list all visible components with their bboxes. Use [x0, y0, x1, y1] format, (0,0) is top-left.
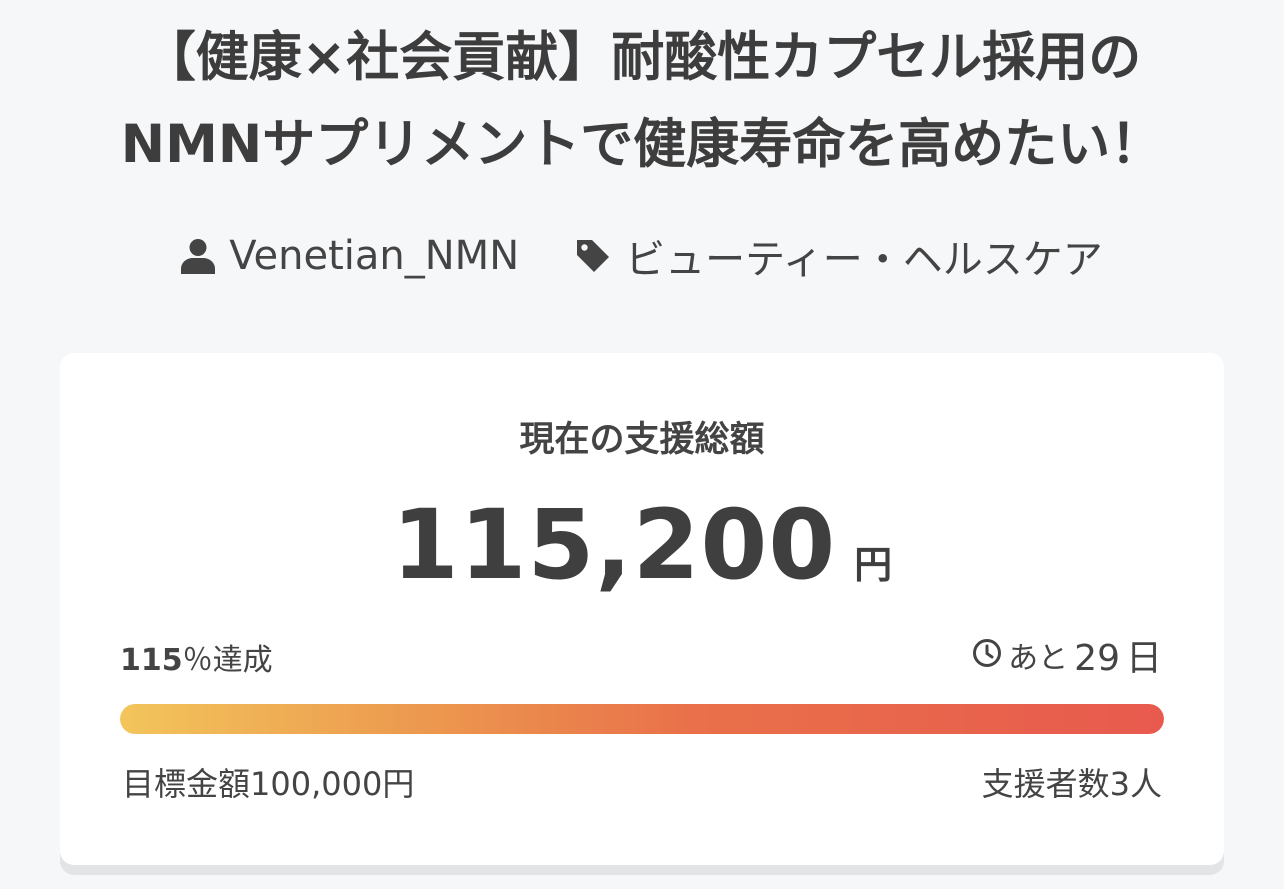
achievement-percent: 115	[120, 643, 183, 678]
category-link[interactable]: ビューティー・ヘルスケア	[575, 227, 1103, 285]
author-link[interactable]: Venetian_NMN	[181, 233, 519, 279]
remaining-unit: 日	[1125, 638, 1162, 679]
clock-icon	[972, 637, 1002, 681]
user-icon	[181, 238, 216, 274]
tag-icon	[575, 238, 611, 274]
remaining-time: あと 29 日	[972, 637, 1162, 681]
funding-label: 現在の支援総額	[519, 420, 765, 460]
project-meta: Venetian_NMN ビューティー・ヘルスケア	[0, 226, 1284, 286]
author-name: Venetian_NMN	[229, 233, 520, 279]
progress-bar-fill	[120, 704, 1164, 734]
achievement-rate: 115％達成	[120, 639, 273, 683]
goal-amount: 目標金額100,000円	[122, 765, 415, 803]
backer-count: 支援者数3人	[981, 765, 1162, 803]
funding-currency: 円	[854, 543, 893, 587]
project-page: 【健康×社会貢献】耐酸性カプセル採用の NMNサプリメントで健康寿命を高めたい！…	[0, 0, 1284, 889]
progress-bar	[120, 704, 1164, 734]
project-title: 【健康×社会貢献】耐酸性カプセル採用の NMNサプリメントで健康寿命を高めたい！	[0, 14, 1284, 188]
project-title-line1: 【健康×社会貢献】耐酸性カプセル採用の	[142, 27, 1142, 88]
remaining-days: 29	[1074, 638, 1120, 679]
funding-card: 現在の支援総額 115,200 円 115％達成 あと 29 日 目標金額100…	[60, 353, 1224, 865]
funding-amount: 115,200	[391, 489, 837, 601]
category-name: ビューティー・ヘルスケア	[625, 237, 1103, 283]
project-title-line2: NMNサプリメントで健康寿命を高めたい！	[120, 114, 1164, 175]
achievement-suffix: ％達成	[182, 643, 273, 678]
funding-amount-row: 115,200 円	[60, 485, 1224, 605]
remaining-prefix: あと	[1008, 641, 1069, 676]
